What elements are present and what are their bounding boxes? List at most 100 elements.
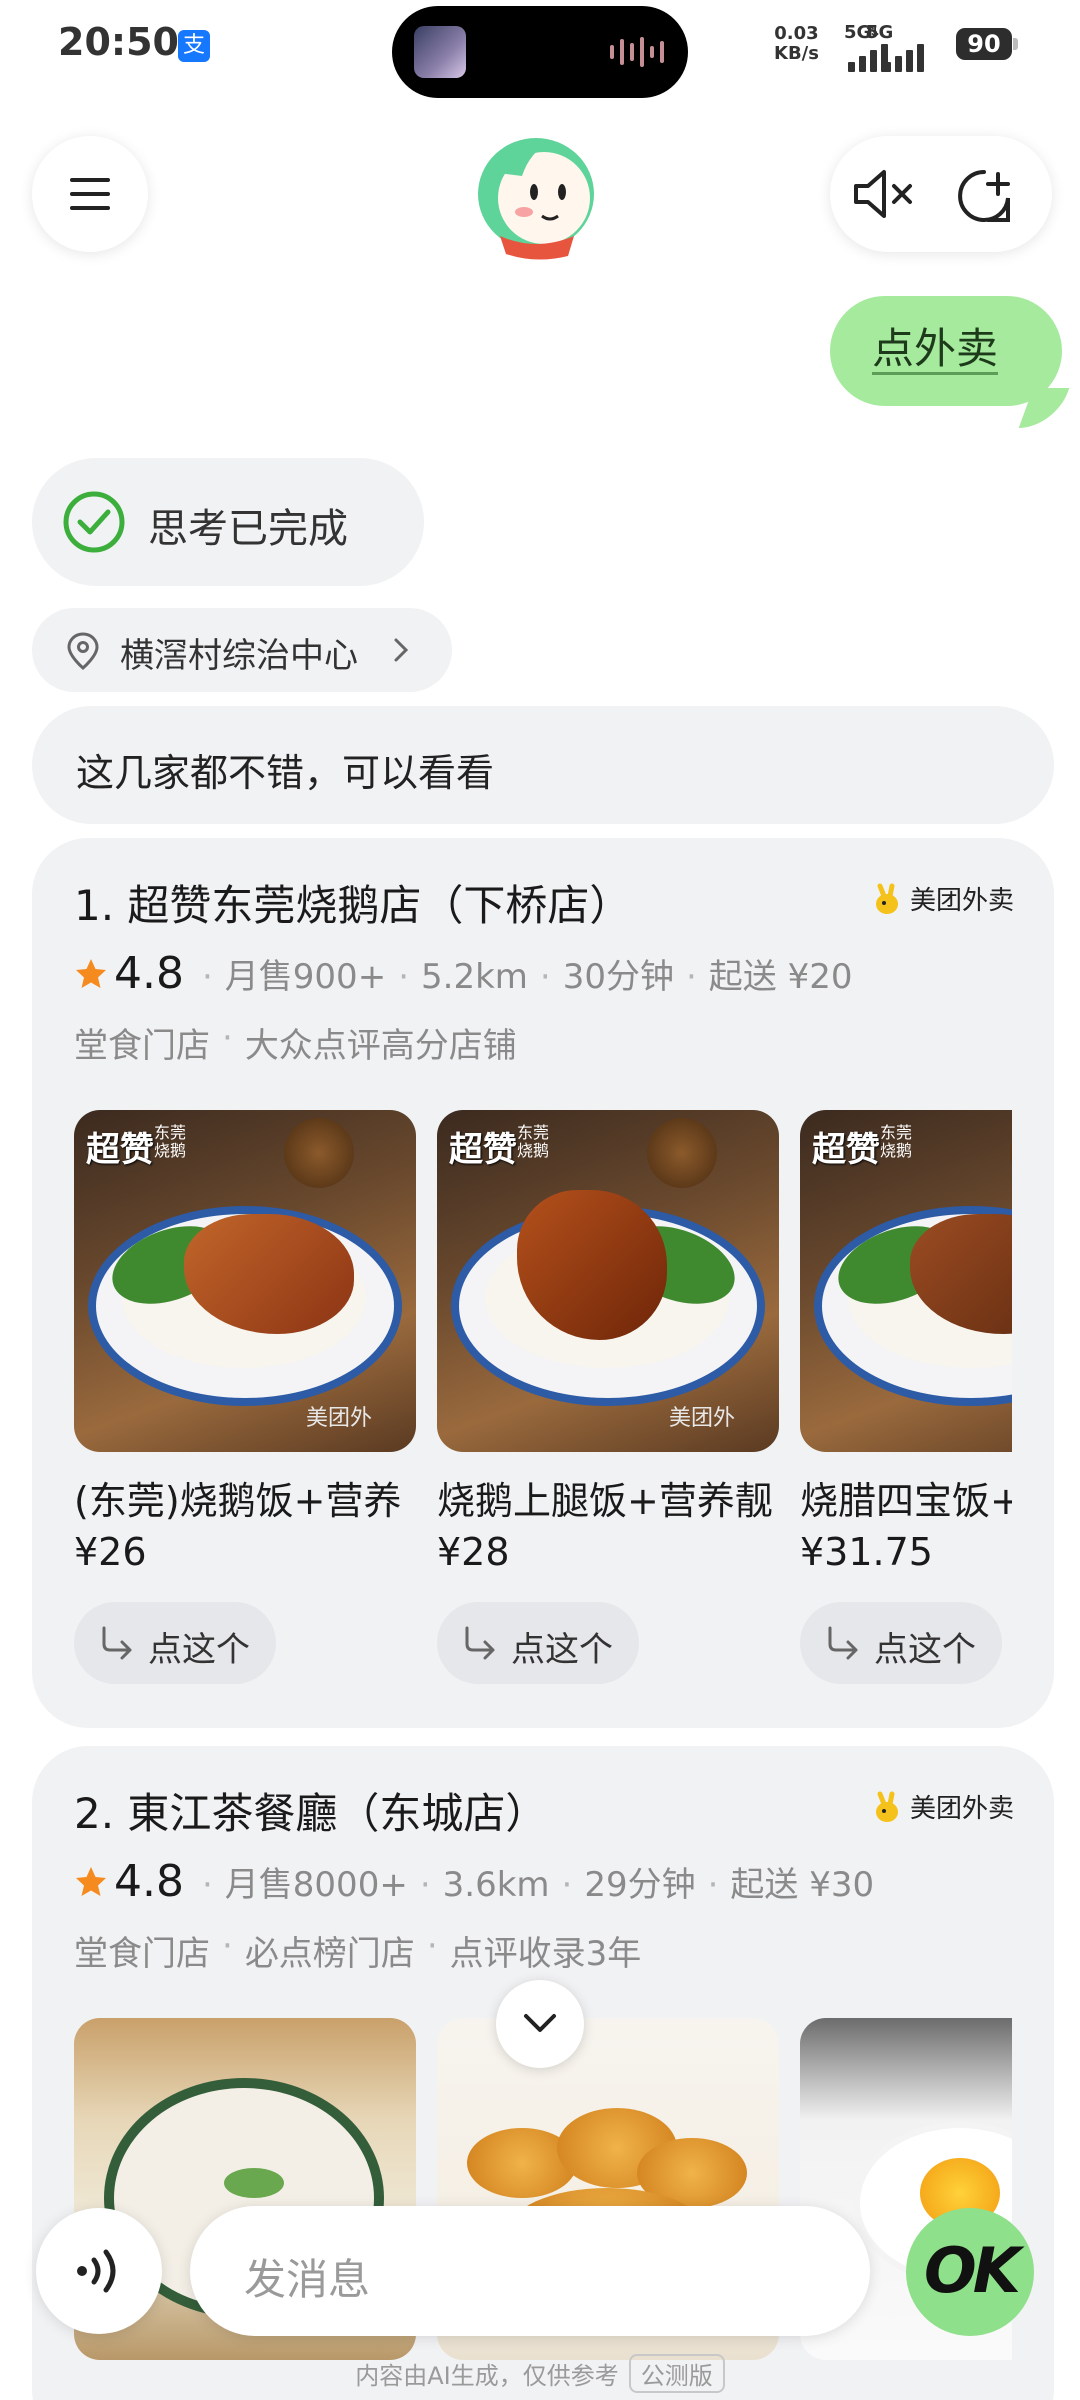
location-pin-icon (67, 632, 99, 670)
delivery-time: 29分钟 (584, 1865, 696, 1905)
store-name[interactable]: 2. 東江茶餐廳（东城店） (74, 1780, 547, 1841)
net-speed-value: 0.03 (774, 23, 819, 44)
signal-bars-2-icon (884, 36, 924, 72)
star-icon (76, 958, 106, 988)
store-tags: 堂食门店 · 大众点评高分店铺 (74, 1018, 517, 1067)
header-actions (830, 136, 1052, 252)
shop-logo-text: 超赞 (86, 1130, 154, 1170)
user-message-text: 点外卖 (872, 324, 999, 375)
separator-dot: · (201, 957, 213, 997)
dish-name: (东莞)烧鹅饭+营养 (74, 1479, 402, 1523)
platform-badge: 美团外卖 (872, 880, 1014, 917)
battery-tip (1013, 38, 1018, 50)
separator-dot: · (222, 1018, 233, 1058)
star-icon (76, 1866, 106, 1896)
order-this-button[interactable]: 点这个 (437, 1602, 639, 1684)
meituan-kangaroo-icon (875, 1791, 898, 1822)
beta-badge: 公测版 (628, 2354, 725, 2393)
shop-logo-sub: 东莞 烧鹅 (154, 1123, 187, 1160)
pinecone-decoration (284, 1118, 354, 1188)
order-this-label: 点这个 (148, 1630, 250, 1670)
turn-right-arrow-icon (102, 1626, 132, 1660)
location-chip[interactable]: 横滘村综治中心 (32, 608, 452, 692)
voice-input-button[interactable] (36, 2208, 162, 2334)
dish-price: ¥31.75 (800, 1530, 933, 1574)
ai-disclaimer: 内容由AI生成，仅供参考 公测版 (0, 2354, 1080, 2393)
dish-item[interactable]: 超赞 东莞 烧鹅 烧腊四宝饭+ ¥31.75 点这个 (800, 1110, 1012, 1684)
music-cover-icon (414, 26, 466, 78)
image-watermark: 美团外 (306, 1406, 373, 1431)
dish-image[interactable]: 超赞 东莞 烧鹅 美团外 (74, 1110, 416, 1452)
dish-name: 烧腊四宝饭+ (800, 1479, 1012, 1523)
net-speed: 0.03 KB/s (774, 24, 819, 64)
speaker-muted-icon[interactable] (852, 166, 916, 222)
dish-carousel[interactable]: 超赞 东莞 烧鹅 美团外 (东莞)烧鹅饭+营养 ¥26 点这个 超赞 东莞 烧鹅… (74, 1110, 1012, 1710)
min-order: 起送 ¥30 (730, 1865, 875, 1905)
store-tag: 必点榜门店 (244, 1934, 415, 1974)
separator-dot: · (419, 1865, 431, 1905)
order-this-button[interactable]: 点这个 (74, 1602, 276, 1684)
dish-price: ¥28 (437, 1530, 510, 1574)
scallion-garnish (224, 2168, 284, 2198)
store-tags: 堂食门店 · 必点榜门店 · 点评收录3年 (74, 1926, 641, 1975)
status-time: 20:50 (58, 20, 179, 64)
assistant-mascot-icon (478, 138, 594, 260)
platform-name: 美团外卖 (909, 886, 1014, 916)
meituan-kangaroo-icon (875, 883, 898, 914)
dish-price: ¥26 (74, 1530, 147, 1574)
chevron-right-icon (394, 638, 409, 662)
shop-logo-text: 超赞 (812, 1130, 880, 1170)
dish-image[interactable]: 超赞 东莞 烧鹅 美团外 (437, 1110, 779, 1452)
separator-dot: · (398, 957, 409, 997)
dish-image[interactable]: 超赞 东莞 烧鹅 (800, 1110, 1012, 1452)
dish-item[interactable]: 超赞 东莞 烧鹅 美团外 烧鹅上腿饭+营养靓 ¥28 点这个 (437, 1110, 779, 1684)
order-this-label: 点这个 (511, 1630, 613, 1670)
battery-indicator: 90 (956, 28, 1012, 60)
distance: 3.6km (442, 1865, 550, 1905)
thinking-status-chip[interactable]: 思考已完成 (32, 458, 424, 586)
store-card[interactable]: 1. 超赞东莞烧鹅店（下桥店） 美团外卖 4.8 · 月售900+ · 5.2k… (32, 838, 1054, 1728)
check-circle-icon (63, 491, 125, 553)
scroll-to-bottom-button[interactable] (496, 1980, 584, 2068)
disclaimer-text: 内容由AI生成，仅供参考 (355, 2362, 619, 2390)
voice-wave-icon (77, 2249, 116, 2293)
turn-right-arrow-icon (465, 1626, 495, 1660)
ok-label: OK (924, 2234, 1021, 2307)
separator-dot: · (201, 1865, 213, 1905)
message-input[interactable]: 发消息 (190, 2206, 870, 2336)
delivery-time: 30分钟 (562, 957, 674, 997)
store-name[interactable]: 1. 超赞东莞烧鹅店（下桥店） (74, 872, 631, 933)
pinecone-decoration (647, 1118, 717, 1188)
menu-button[interactable] (32, 136, 148, 252)
chevron-down-icon (524, 2014, 556, 2032)
monthly-sales: 月售900+ (224, 957, 387, 997)
shop-logo-text: 超赞 (449, 1130, 517, 1170)
new-chat-icon[interactable] (954, 166, 1014, 226)
separator-dot: · (685, 957, 697, 997)
dynamic-island[interactable] (392, 6, 688, 98)
store-rating: 4.8 (114, 948, 184, 999)
ok-button[interactable]: OK (906, 2208, 1034, 2336)
separator-dot: · (707, 1865, 719, 1905)
shop-logo-sub: 东莞 烧鹅 (880, 1123, 913, 1160)
user-message-bubble[interactable]: 点外卖 (830, 296, 1062, 406)
message-placeholder: 发消息 (244, 2255, 371, 2304)
shop-logo-sub: 东莞 烧鹅 (517, 1123, 550, 1160)
assistant-reply-bubble: 这几家都不错，可以看看 (32, 706, 1054, 824)
thinking-status-text: 思考已完成 (148, 506, 348, 552)
store-tag: 大众点评高分店铺 (244, 1026, 517, 1066)
separator-dot: · (222, 1926, 233, 1966)
audio-wave-icon (610, 36, 664, 68)
order-this-button[interactable]: 点这个 (800, 1602, 1002, 1684)
store-tag: 堂食门店 (74, 1026, 210, 1066)
platform-badge: 美团外卖 (872, 1788, 1014, 1825)
platform-name: 美团外卖 (909, 1794, 1014, 1824)
separator-dot: · (426, 1926, 438, 1966)
status-bar: 20:50 支 0.03 KB/s 5G ⇅ 5G 90 (0, 0, 1080, 98)
separator-dot: · (561, 1865, 573, 1905)
dish-item[interactable]: 超赞 东莞 烧鹅 美团外 (东莞)烧鹅饭+营养 ¥26 点这个 (74, 1110, 416, 1684)
dish-name: 烧鹅上腿饭+营养靓 (437, 1479, 773, 1523)
image-watermark: 美团外 (669, 1406, 736, 1431)
store-rating: 4.8 (114, 1856, 184, 1907)
store-meta: 4.8 · 月售900+ · 5.2km · 30分钟 · 起送 ¥20 (74, 948, 852, 999)
